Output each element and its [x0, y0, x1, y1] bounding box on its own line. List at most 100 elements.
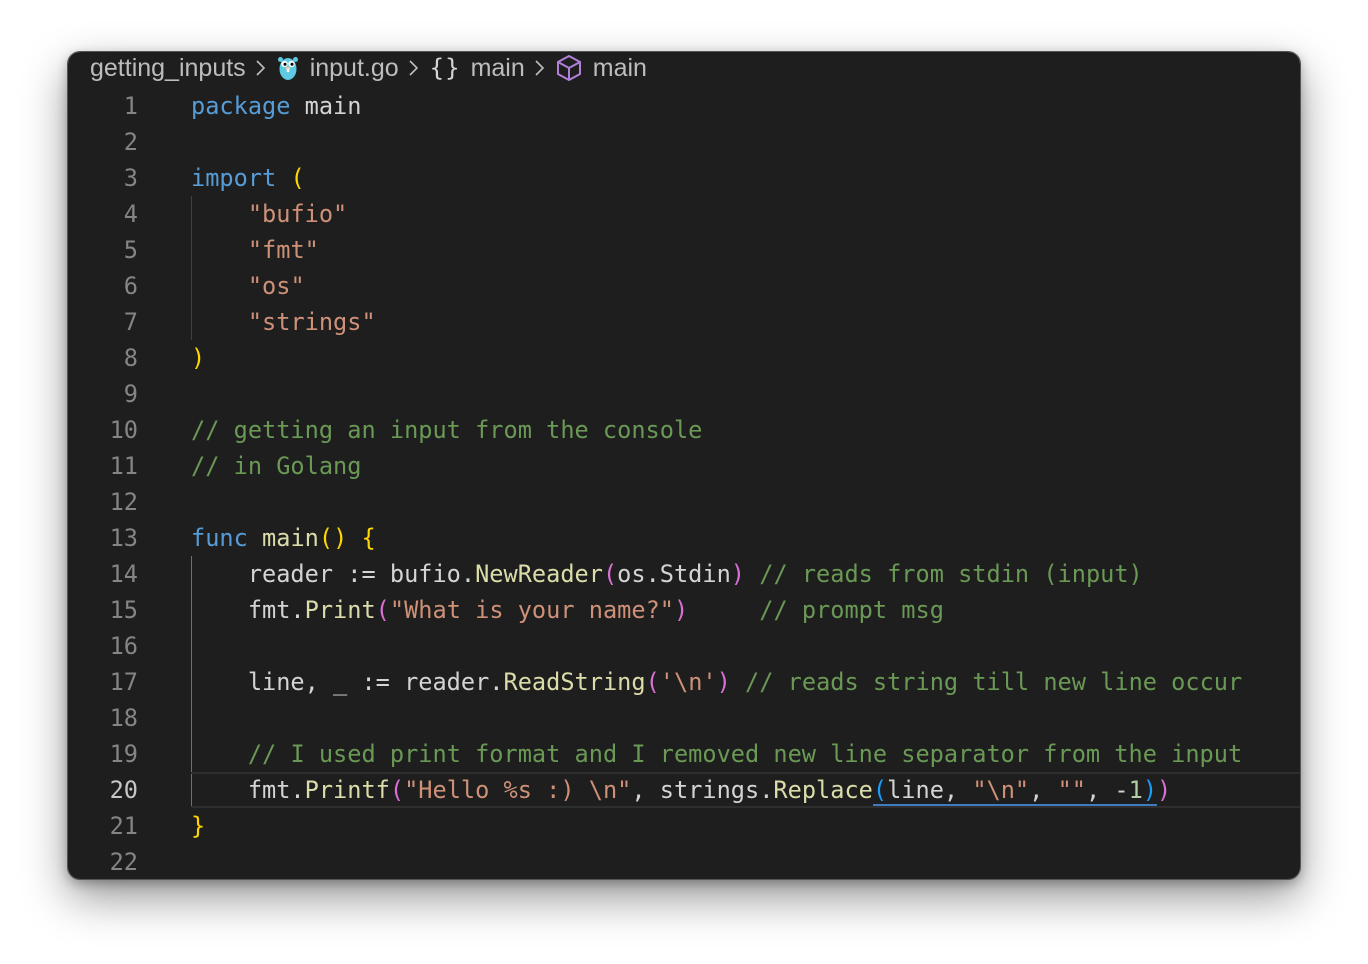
- code-token: '\n': [659, 668, 717, 696]
- code-token: (: [872, 776, 888, 806]
- line-number: 8: [123, 344, 138, 372]
- code-text: "strings": [191, 304, 376, 340]
- code-token: "fmt": [247, 236, 319, 264]
- line-number: 14: [109, 560, 138, 588]
- code-line[interactable]: 11 // in Golang: [68, 448, 1300, 484]
- line-number: 11: [109, 452, 138, 480]
- code-token: Print: [304, 596, 376, 624]
- line-number: 4: [123, 200, 138, 228]
- code-editor[interactable]: 1 package main 2 3 import (4 "bufio" 5 "fmt" 6…: [68, 88, 1300, 879]
- code-line[interactable]: 22: [68, 844, 1300, 879]
- code-line[interactable]: 4 "bufio": [68, 196, 1300, 232]
- breadcrumb-symbol[interactable]: main: [556, 54, 647, 83]
- code-token: ,: [1029, 776, 1058, 806]
- code-token: (): [318, 524, 348, 552]
- code-token: // I used print format and I removed new…: [247, 740, 1243, 768]
- code-token: (: [389, 776, 405, 804]
- code-line[interactable]: 8): [68, 340, 1300, 376]
- code-text: line, _ := reader.ReadString('\n') // re…: [191, 664, 1242, 700]
- line-number: 20: [109, 776, 138, 804]
- code-line[interactable]: 6 "os": [68, 268, 1300, 304]
- code-line[interactable]: 21}: [68, 808, 1300, 844]
- code-line[interactable]: 3 import (: [68, 160, 1300, 196]
- chevron-right-icon: [408, 59, 420, 77]
- code-text: import (: [191, 160, 305, 196]
- code-token: ): [1157, 776, 1172, 804]
- code-token: // getting an input from the console: [191, 416, 703, 444]
- line-number: 19: [109, 740, 138, 768]
- code-token: (: [290, 164, 305, 192]
- breadcrumb-folder[interactable]: getting_inputs: [90, 54, 246, 83]
- code-token: (: [645, 668, 660, 696]
- code-token: os.Stdin: [617, 560, 731, 588]
- code-text: fmt.Print("What is your name?") // promp…: [191, 592, 944, 628]
- breadcrumb-scope[interactable]: {} main: [430, 54, 525, 83]
- code-text: package main: [191, 88, 361, 124]
- code-token: // reads from stdin (input): [759, 560, 1143, 588]
- code-line[interactable]: 1 package main: [68, 88, 1300, 124]
- code-token: NewReader: [475, 560, 603, 588]
- code-line[interactable]: 12: [68, 484, 1300, 520]
- code-line[interactable]: 5 "fmt": [68, 232, 1300, 268]
- code-token: // prompt msg: [759, 596, 944, 624]
- code-text: ): [191, 340, 205, 376]
- code-token: ): [673, 596, 689, 624]
- code-token: ): [1142, 776, 1158, 806]
- code-token: import: [191, 164, 277, 192]
- cube-icon: [556, 54, 582, 82]
- code-line[interactable]: 2: [68, 124, 1300, 160]
- code-token: // in Golang: [191, 452, 362, 480]
- breadcrumb-file[interactable]: input.go: [277, 54, 399, 83]
- line-number: 7: [123, 308, 138, 336]
- gopher-icon: [277, 55, 299, 81]
- line-number: 18: [109, 704, 138, 732]
- breadcrumb-folder-label: getting_inputs: [90, 53, 246, 82]
- code-line[interactable]: 14 reader := bufio.NewReader(os.Stdin) /…: [68, 556, 1300, 592]
- code-line[interactable]: 15 fmt.Print("What is your name?") // pr…: [68, 592, 1300, 628]
- code-line[interactable]: 9: [68, 376, 1300, 412]
- code-token: func: [191, 524, 248, 552]
- line-number: 15: [109, 596, 138, 624]
- code-token: main: [290, 92, 362, 120]
- code-text: // getting an input from the console: [191, 412, 702, 448]
- code-line[interactable]: 20 fmt.Printf("Hello %s :) \n", strings.…: [68, 772, 1300, 808]
- code-line[interactable]: 13 func main() {: [68, 520, 1300, 556]
- code-line[interactable]: 10 // getting an input from the console: [68, 412, 1300, 448]
- code-token: ): [730, 560, 746, 588]
- code-line[interactable]: 7 "strings": [68, 304, 1300, 340]
- line-number: 12: [109, 488, 138, 516]
- line-number: 1: [123, 92, 138, 120]
- line-number: 3: [123, 164, 138, 192]
- code-token: Replace: [773, 776, 873, 804]
- code-token: {: [361, 524, 376, 552]
- code-line[interactable]: 19 // I used print format and I removed …: [68, 736, 1300, 772]
- code-token: "\n": [972, 776, 1030, 806]
- editor-window: getting_inputs input.go {} main main 1 p…: [67, 51, 1301, 880]
- breadcrumb-file-label: input.go: [309, 53, 399, 82]
- line-number: 22: [109, 848, 138, 876]
- code-token: ): [716, 668, 731, 696]
- code-line[interactable]: 17 line, _ := reader.ReadString('\n') //…: [68, 664, 1300, 700]
- line-number: 16: [109, 632, 138, 660]
- chevron-right-icon: [534, 59, 546, 77]
- code-token: line, _ := reader.: [191, 668, 504, 696]
- code-text: "bufio": [191, 196, 347, 232]
- code-token: fmt.: [191, 776, 305, 804]
- code-token: fmt.: [191, 596, 305, 624]
- code-line[interactable]: 16: [68, 628, 1300, 664]
- code-token: reader := bufio.: [191, 560, 476, 588]
- code-token: ReadString: [503, 668, 646, 696]
- braces-icon: {}: [429, 54, 461, 82]
- code-line[interactable]: 18: [68, 700, 1300, 736]
- code-token: main: [262, 524, 319, 552]
